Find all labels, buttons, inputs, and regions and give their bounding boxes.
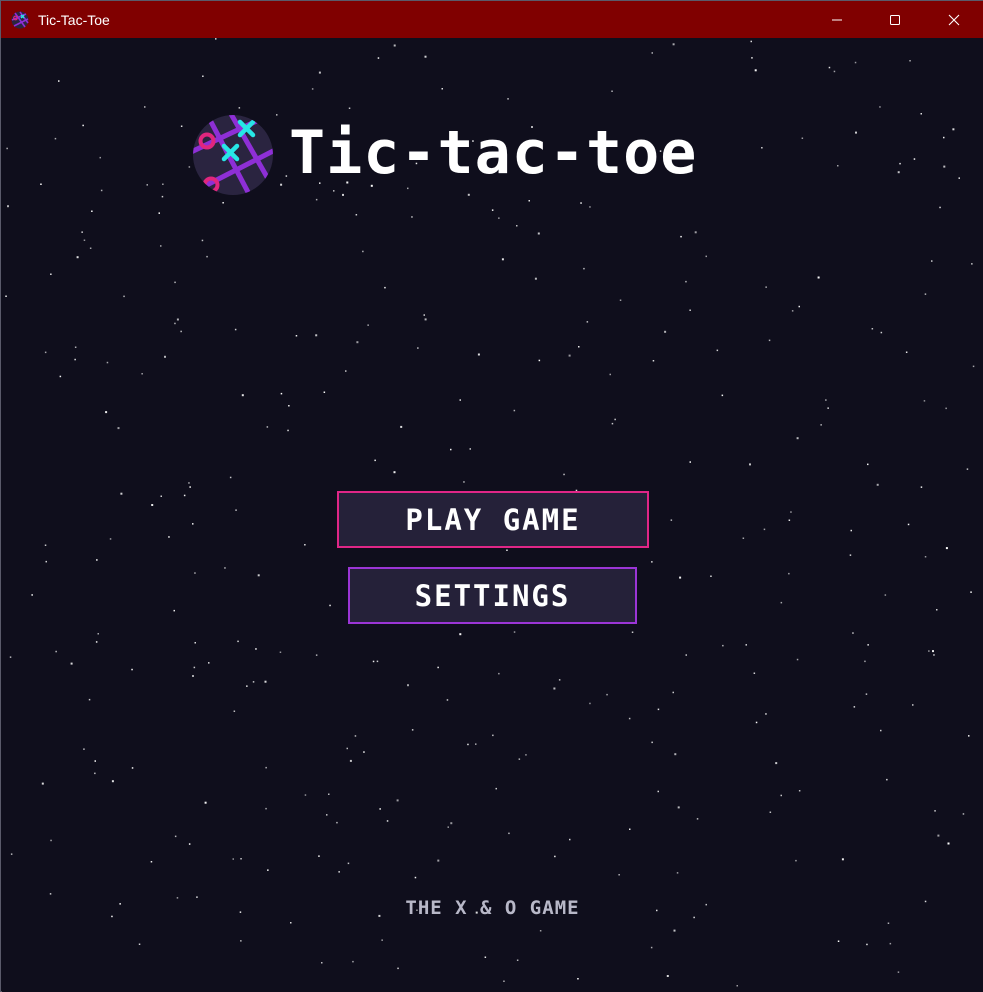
maximize-button[interactable] [866, 1, 924, 38]
minimize-icon [832, 19, 842, 20]
footer-tagline: THE X & O GAME [405, 897, 580, 919]
minimize-button[interactable] [808, 1, 866, 38]
close-button[interactable] [925, 1, 983, 38]
window-title: Tic-Tac-Toe [38, 12, 110, 28]
game-screen: Tic-tac-toe PLAY GAME SETTINGS THE X & O… [2, 38, 983, 992]
app-window: Tic-Tac-Toe Tic-tac-toe PLAY GAME SETTIN… [0, 0, 983, 992]
tic-tac-toe-logo-icon [193, 115, 273, 195]
maximize-icon [890, 14, 900, 25]
game-title: Tic-tac-toe [289, 118, 698, 188]
play-game-button[interactable]: PLAY GAME [337, 491, 649, 548]
app-icon [11, 11, 29, 29]
settings-button[interactable]: SETTINGS [348, 567, 637, 624]
close-icon [948, 14, 960, 25]
title-bar[interactable]: Tic-Tac-Toe [1, 1, 983, 38]
